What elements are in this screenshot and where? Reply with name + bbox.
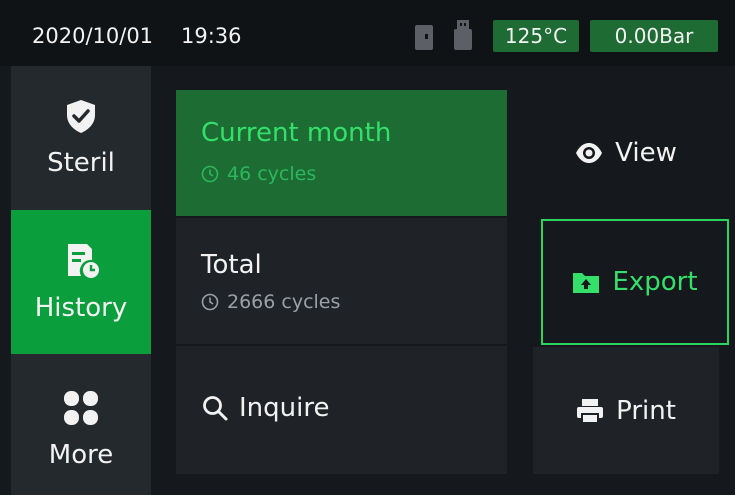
clock-icon <box>201 293 219 311</box>
current-month-cycles: 46 cycles <box>201 163 316 185</box>
clock-icon <box>201 165 219 183</box>
print-button[interactable]: Print <box>533 347 719 474</box>
view-label: View <box>615 138 677 168</box>
search-icon <box>203 396 228 421</box>
temperature-badge: 125°C <box>493 20 579 52</box>
status-date: 2020/10/01 <box>32 24 154 48</box>
sidebar: Steril History More <box>11 66 151 495</box>
eye-icon <box>576 143 603 163</box>
printer-icon <box>577 398 604 424</box>
sidebar-item-label: More <box>48 440 114 470</box>
usb-icon <box>454 20 472 50</box>
folder-upload-icon <box>573 273 600 293</box>
grid-icon <box>64 391 98 425</box>
total-cycles: 2666 cycles <box>201 291 340 313</box>
shield-check-icon <box>67 100 95 133</box>
export-button[interactable]: Export <box>541 219 729 345</box>
inquire-button[interactable]: Inquire <box>201 393 329 423</box>
view-button[interactable]: View <box>533 90 719 216</box>
inquire-card[interactable]: Inquire <box>176 346 507 474</box>
total-card[interactable]: Total 2666 cycles <box>176 218 507 344</box>
inquire-label: Inquire <box>239 393 330 423</box>
status-bar: 2020/10/01 19:36 125°C 0.00Bar <box>0 0 735 66</box>
total-title: Total <box>201 250 262 280</box>
sidebar-item-label: History <box>34 293 128 323</box>
history-doc-icon <box>68 244 99 278</box>
sidebar-item-steril[interactable]: Steril <box>11 66 151 210</box>
pressure-badge: 0.00Bar <box>590 20 718 52</box>
cycles-count: 2666 cycles <box>227 291 341 313</box>
print-label: Print <box>616 395 676 426</box>
current-month-card[interactable]: Current month 46 cycles <box>176 90 507 216</box>
sidebar-item-more[interactable]: More <box>11 354 151 495</box>
cycles-count: 46 cycles <box>227 163 317 185</box>
sidebar-item-history[interactable]: History <box>11 210 151 354</box>
current-month-title: Current month <box>201 118 392 148</box>
status-time: 19:36 <box>181 24 242 48</box>
export-label: Export <box>612 267 698 297</box>
sd-card-icon <box>415 25 433 50</box>
sidebar-item-label: Steril <box>47 148 115 178</box>
